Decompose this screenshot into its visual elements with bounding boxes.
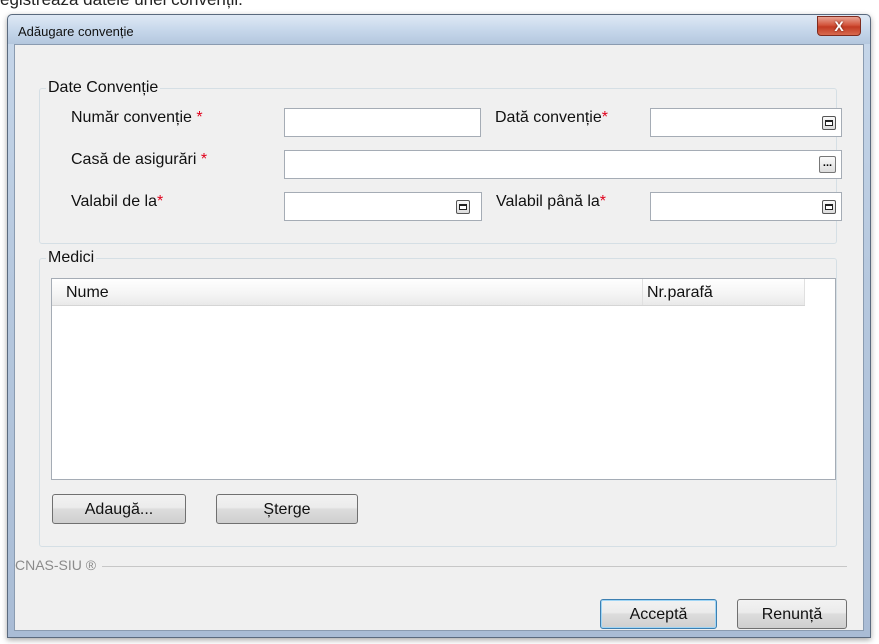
- numar-conventie-label: Număr convenție *: [71, 109, 203, 126]
- background-document-text: egistrează datele unei convenții.: [0, 0, 243, 10]
- medici-list[interactable]: Nume Nr.parafă: [51, 278, 836, 480]
- calendar-picker-icon[interactable]: [822, 200, 836, 214]
- valabil-de-la-label: Valabil de la*: [71, 193, 164, 210]
- delete-medic-button[interactable]: Șterge: [216, 494, 358, 524]
- calendar-picker-icon[interactable]: [456, 200, 470, 214]
- ellipsis-browse-icon[interactable]: ...: [819, 156, 836, 173]
- medici-legend: Medici: [46, 249, 97, 267]
- valabil-pana-la-field[interactable]: [650, 192, 842, 221]
- accept-button[interactable]: Acceptă: [600, 599, 717, 629]
- dialog-window: Adăugare convenție X Date Convenție Numă…: [7, 14, 871, 638]
- dialog-client-area: Date Convenție Număr convenție * Dată co…: [14, 44, 864, 631]
- footer-separator: [21, 566, 847, 567]
- list-header: Nume Nr.parafă: [52, 279, 805, 306]
- casa-asigurari-label: Casă de asigurări *: [71, 151, 208, 168]
- column-header-nr-parafa[interactable]: Nr.parafă: [643, 279, 805, 305]
- valabil-de-la-field[interactable]: [284, 192, 482, 221]
- data-conventie-label: Dată convenție*: [495, 109, 608, 126]
- numar-conventie-input[interactable]: [284, 108, 481, 137]
- column-header-nume[interactable]: Nume: [52, 279, 643, 305]
- data-conventie-field[interactable]: [650, 108, 842, 137]
- conventie-legend: Date Convenție: [46, 79, 161, 97]
- close-icon: X: [834, 18, 844, 34]
- valabil-pana-la-label: Valabil până la*: [496, 193, 607, 210]
- casa-asigurari-field[interactable]: ...: [284, 150, 842, 179]
- close-button[interactable]: X: [817, 16, 861, 36]
- add-medic-button[interactable]: Adaugă...: [52, 494, 186, 524]
- title-bar[interactable]: Adăugare convenție X: [8, 15, 870, 44]
- calendar-picker-icon[interactable]: [822, 116, 836, 130]
- cancel-button[interactable]: Renunță: [737, 599, 847, 629]
- cnas-siu-label: CNAS-SIU ®: [15, 557, 103, 573]
- dialog-title: Adăugare convenție: [18, 24, 134, 39]
